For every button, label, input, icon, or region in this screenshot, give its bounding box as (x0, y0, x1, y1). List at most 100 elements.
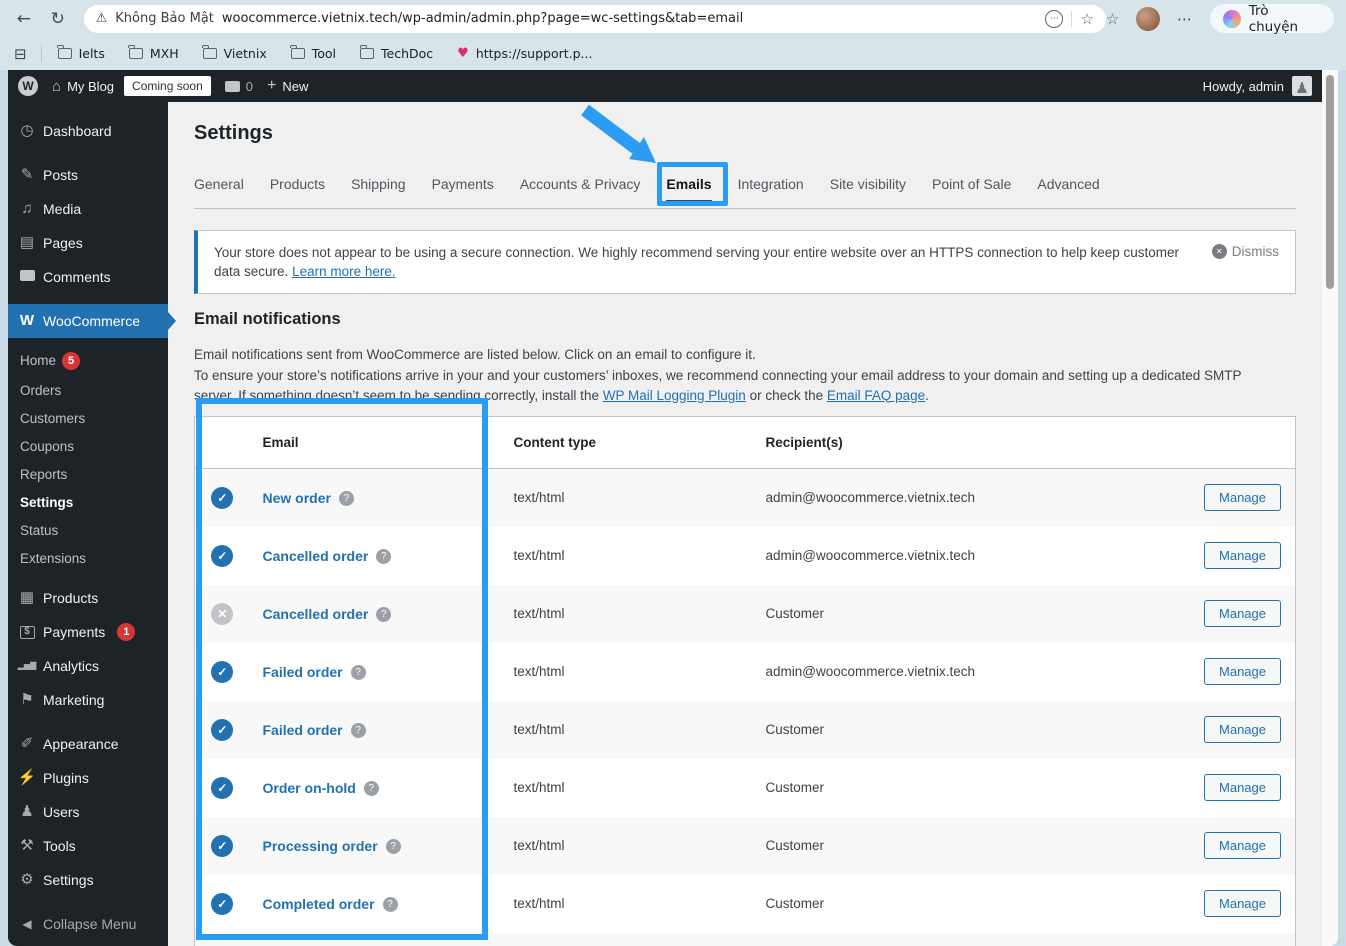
address-bar[interactable]: ⚠ Không Bảo Mật woocommerce.vietnix.tech… (83, 4, 1106, 33)
sidebar-subitem-extensions[interactable]: Extensions (8, 545, 168, 573)
wordpress-logo-icon[interactable]: W (18, 76, 38, 96)
sidebar-item-woocommerce[interactable]: W WooCommerce (8, 304, 176, 338)
bookmark-tool[interactable]: Tool (290, 45, 336, 61)
tab-accounts-privacy[interactable]: Accounts & Privacy (520, 176, 641, 200)
sidebar-subitem-home[interactable]: Home 5 (8, 345, 168, 377)
help-tip-icon[interactable]: ? (376, 606, 392, 622)
email-name-link[interactable]: Processing order (263, 838, 378, 854)
email-name-link[interactable]: Completed order (263, 896, 375, 912)
tab-emails[interactable]: Emails (666, 176, 712, 203)
email-name-link[interactable]: New order (263, 490, 331, 506)
new-content-menu[interactable]: + New (267, 77, 308, 95)
admin-bar-comments[interactable]: 0 (224, 79, 253, 94)
tab-shipping[interactable]: Shipping (351, 176, 406, 200)
sidebar-subitem-orders[interactable]: Orders (8, 377, 168, 405)
sidebar-subitem-coupons[interactable]: Coupons (8, 433, 168, 461)
site-menu[interactable]: ⌂ My Blog (52, 78, 114, 95)
howdy-text[interactable]: Howdy, admin (1203, 79, 1284, 94)
reader-mode-icon[interactable]: ⋯ (1045, 9, 1064, 28)
help-tip-icon[interactable]: ? (382, 896, 398, 912)
sidebar-item-analytics[interactable]: ▂▅▇ Analytics (8, 649, 168, 683)
manage-button[interactable]: Manage (1204, 658, 1281, 685)
page-title: Settings (194, 122, 273, 144)
tab-integration[interactable]: Integration (738, 176, 804, 200)
help-tip-icon[interactable]: ? (385, 838, 401, 854)
sidebar-item-label: WooCommerce (43, 313, 140, 329)
manage-column-header (1185, 416, 1296, 469)
subitem-label: Orders (20, 383, 62, 398)
bookmark-ielts[interactable]: Ielts (57, 45, 105, 61)
bookmark-vietnix[interactable]: Vietnix (202, 45, 267, 61)
help-tip-icon[interactable]: ? (350, 722, 366, 738)
manage-button[interactable]: Manage (1204, 542, 1281, 569)
tab-point-of-sale[interactable]: Point of Sale (932, 176, 1011, 200)
wp-mail-logging-plugin-link[interactable]: WP Mail Logging Plugin (603, 388, 746, 403)
manage-button[interactable]: Manage (1204, 716, 1281, 743)
collapse-menu-icon: ◀ (22, 917, 32, 931)
learn-more-link[interactable]: Learn more here. (292, 264, 396, 279)
tab-advanced[interactable]: Advanced (1037, 176, 1099, 200)
reading-list-icon[interactable]: ⊟ (14, 45, 27, 63)
sidebar-item-settings[interactable]: ⚙ Settings (8, 863, 168, 897)
tab-site-visibility[interactable]: Site visibility (830, 176, 906, 200)
sidebar-item-comments[interactable]: Comments (8, 260, 168, 294)
page-scrollbar[interactable] (1322, 70, 1338, 946)
sidebar-subitem-status[interactable]: Status (8, 517, 168, 545)
help-tip-icon[interactable]: ? (363, 780, 379, 796)
subitem-label: Customers (20, 411, 86, 426)
sidebar-item-payments[interactable]: $ Payments 1 (8, 615, 168, 649)
refresh-icon[interactable]: ↻ (46, 9, 70, 29)
sidebar-item-tools[interactable]: ⚒ Tools (8, 829, 168, 863)
sidebar-item-marketing[interactable]: ⚑ Marketing (8, 683, 168, 717)
sidebar-item-dashboard[interactable]: ◷ Dashboard (8, 114, 168, 148)
manage-button[interactable]: Manage (1204, 484, 1281, 512)
email-name-link[interactable]: Cancelled order (263, 606, 369, 622)
sidebar-item-media[interactable]: ♫ Media (8, 192, 168, 226)
manage-button[interactable]: Manage (1204, 890, 1281, 917)
sidebar-item-products[interactable]: ▦ Products (8, 581, 168, 615)
bookmark-mxh[interactable]: MXH (128, 45, 179, 61)
dismiss-button[interactable]: ✕ Dismiss (1211, 244, 1279, 259)
comment-bubble-icon (224, 80, 240, 92)
bookmark-https-support-p[interactable]: ♥ https://support.p... (457, 46, 592, 61)
help-tip-icon[interactable]: ? (350, 664, 366, 680)
manage-button[interactable]: Manage (1204, 832, 1281, 859)
tab-payments[interactable]: Payments (432, 176, 494, 200)
sidebar-item-users[interactable]: ♟ Users (8, 795, 168, 829)
tab-products[interactable]: Products (270, 176, 325, 200)
email-name-link[interactable]: Failed order (263, 722, 343, 738)
tab-general[interactable]: General (194, 176, 244, 200)
favorites-list-icon[interactable]: ☆ (1106, 10, 1119, 28)
browser-menu-icon[interactable]: ⋯ (1177, 10, 1193, 28)
subitem-label: Status (20, 523, 59, 538)
email-name-cell: Cancelled order? (250, 585, 514, 643)
sidebar-item-collapse-menu[interactable]: ◀ Collapse Menu (8, 907, 168, 941)
manage-button[interactable]: Manage (1204, 600, 1281, 627)
sidebar-item-posts[interactable]: ✎ Posts (8, 158, 168, 192)
manage-button[interactable]: Manage (1204, 774, 1281, 801)
back-icon[interactable]: ← (12, 9, 36, 29)
email-name-link[interactable]: Order on-hold (263, 780, 356, 796)
email-name-link[interactable]: Cancelled order (263, 548, 369, 564)
scrollbar-thumb[interactable] (1326, 75, 1334, 289)
dashboard-icon: ◷ (20, 122, 34, 139)
sidebar-subitem-settings[interactable]: Settings (8, 489, 168, 517)
help-tip-icon[interactable]: ? (376, 548, 392, 564)
sidebar-item-appearance[interactable]: ✐ Appearance (8, 727, 168, 761)
email-faq-page-link[interactable]: Email FAQ page (827, 388, 925, 403)
help-tip-icon[interactable]: ? (338, 490, 354, 506)
admin-avatar[interactable]: ♟ (1292, 76, 1312, 96)
browser-profile-avatar[interactable] (1136, 6, 1160, 31)
manage-cell: Manage (1186, 643, 1296, 701)
sidebar-item-label: Pages (43, 235, 83, 251)
plugins-icon: ⚡ (17, 769, 37, 786)
sidebar-item-pages[interactable]: ▤ Pages (8, 226, 168, 260)
wp-admin-bar: W ⌂ My Blog Coming soon 0 + New Howdy, a… (8, 70, 1322, 102)
sidebar-subitem-customers[interactable]: Customers (8, 405, 168, 433)
sidebar-item-plugins[interactable]: ⚡ Plugins (8, 761, 168, 795)
copilot-chat-button[interactable]: Trò chuyện (1209, 3, 1334, 35)
sidebar-subitem-reports[interactable]: Reports (8, 461, 168, 489)
email-name-link[interactable]: Failed order (263, 664, 343, 680)
bookmark-star-icon[interactable]: ☆ (1080, 10, 1093, 28)
bookmark-techdoc[interactable]: TechDoc (359, 45, 433, 61)
